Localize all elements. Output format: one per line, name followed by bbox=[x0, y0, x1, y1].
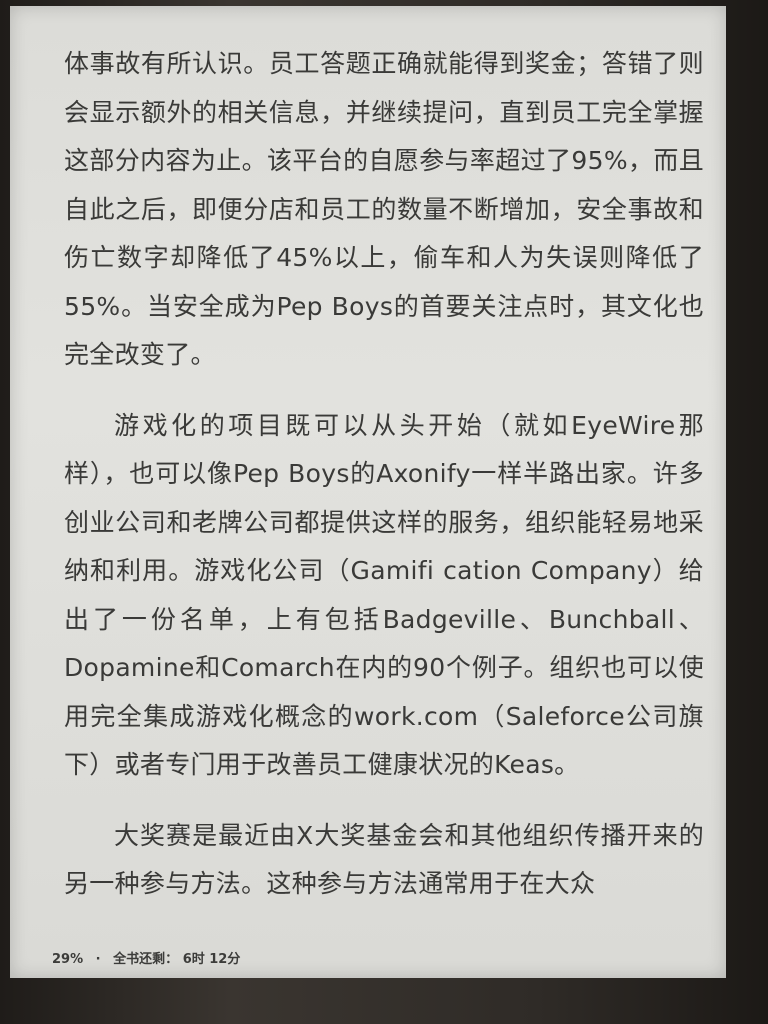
paragraph-2: 游戏化的项目既可以从头开始（就如EyeWire那样），也可以像Pep Boys的… bbox=[64, 410, 704, 780]
reader-screen[interactable]: 体事故有所认识。员工答题正确就能得到奖金；答错了则会显示额外的相关信息，并继续提… bbox=[10, 6, 726, 978]
remaining-time: 6时 12分 bbox=[182, 952, 241, 967]
reading-status-bar: 29% · 全书还剩： 6时 12分 bbox=[52, 948, 240, 967]
page-text: 体事故有所认识。员工答题正确就能得到奖金；答错了则会显示额外的相关信息，并继续提… bbox=[64, 40, 704, 909]
paragraph-3: 大奖赛是最近由X大奖基金会和其他组织传播开来的另一种参与方法。这种参与方法通常用… bbox=[64, 820, 704, 899]
ereader-device: 体事故有所认识。员工答题正确就能得到奖金；答错了则会显示额外的相关信息，并继续提… bbox=[0, 0, 768, 1024]
progress-percent: 29% bbox=[52, 952, 84, 967]
status-separator: · bbox=[95, 952, 101, 967]
remaining-label: 全书还剩： bbox=[113, 952, 179, 967]
paragraph-1: 体事故有所认识。员工答题正确就能得到奖金；答错了则会显示额外的相关信息，并继续提… bbox=[64, 49, 704, 369]
